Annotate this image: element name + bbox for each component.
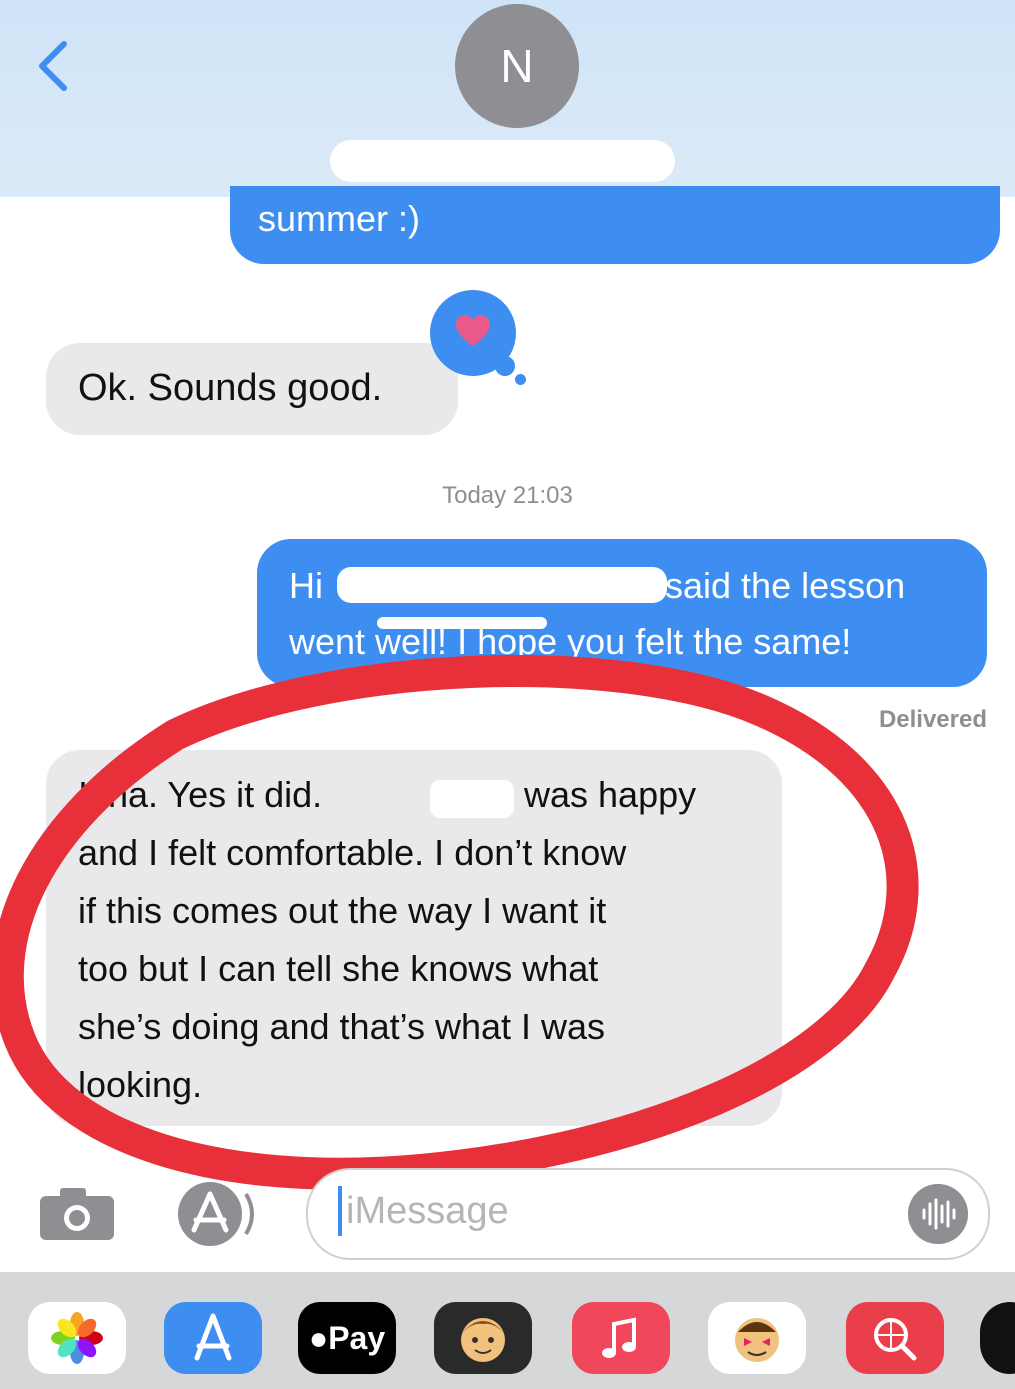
redaction-mark [377,617,547,629]
redaction-mark [337,567,667,603]
message-text: summer :) [258,198,420,239]
incoming-message-bubble[interactable]: Ok. Sounds good. [46,343,458,435]
tapback-tail-dot [515,374,526,385]
apple-pay-label: Pay [328,1320,386,1356]
web-search-icon[interactable] [846,1302,944,1374]
app-store-drawer-icon[interactable] [164,1302,262,1374]
apple-pay-icon[interactable]: ●Pay [298,1302,396,1374]
message-text: said the lesson [665,565,906,606]
outgoing-message-bubble[interactable]: summer :) [230,186,1000,264]
music-icon[interactable] [572,1302,670,1374]
message-input-placeholder: iMessage [346,1190,509,1232]
annotation-circle [0,655,919,1190]
memoji-icon[interactable] [434,1302,532,1374]
audio-record-icon[interactable] [908,1184,968,1244]
avatar[interactable]: N [455,4,579,128]
message-timestamp: Today 21:03 [442,482,573,509]
contact-name-redaction [330,140,675,182]
tapback-tail-dot [495,356,515,376]
photos-icon[interactable] [28,1302,126,1374]
heart-icon [456,315,490,346]
message-text: Hi [289,565,323,606]
app-store-icon[interactable] [170,1180,260,1248]
message-text: Ok. Sounds good. [78,367,383,409]
camera-icon[interactable] [38,1186,116,1242]
chevron-left-icon[interactable] [34,38,74,94]
stickers-icon[interactable] [708,1302,806,1374]
text-cursor [338,1186,342,1236]
